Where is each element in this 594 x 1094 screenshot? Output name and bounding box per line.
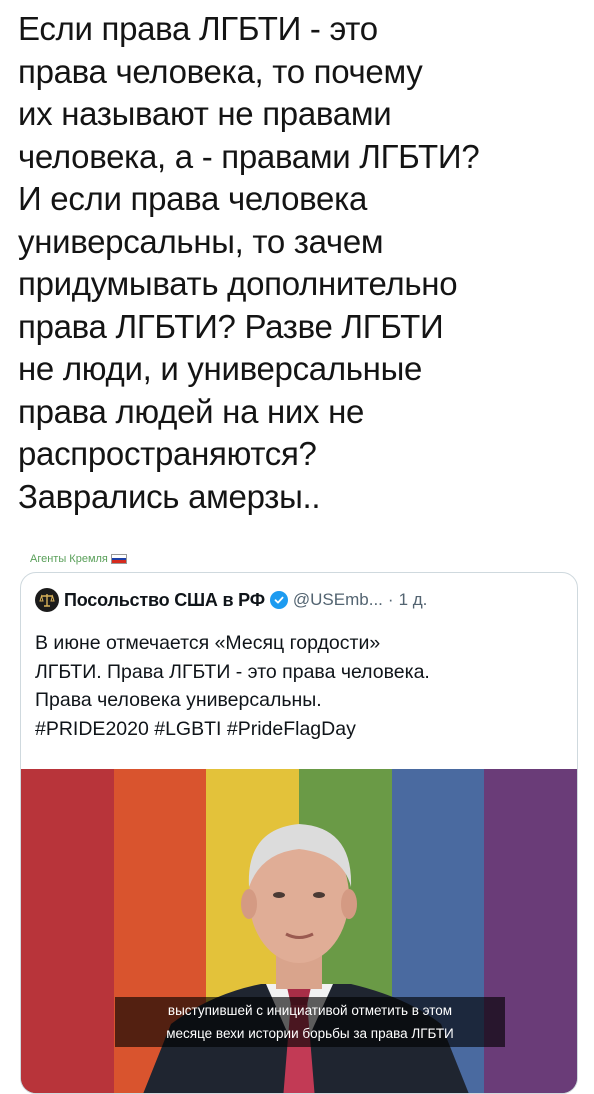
quoted-tweet-card[interactable]: Посольство США в РФ @USEmb... · 1 д. В и… <box>20 572 578 1094</box>
post-text-line: права людей на них не <box>18 392 365 430</box>
scales-of-justice-icon[interactable] <box>35 588 59 612</box>
quoted-tweet-header: Посольство США в РФ @USEmb... · 1 д. <box>35 587 567 613</box>
post-text-line: человека, а - правами ЛГБТИ? <box>18 137 480 175</box>
subtitle-line: месяце вехи истории борьбы за права ЛГБТ… <box>166 1026 454 1041</box>
tweet-text-line: В июне отмечается «Месяц гордости» <box>35 632 381 654</box>
quoted-tweet-text: В июне отмечается «Месяц гордости» ЛГБТИ… <box>35 629 570 743</box>
post-text: Если права ЛГБТИ - это права человека, т… <box>18 8 578 518</box>
tweet-timestamp[interactable]: 1 д. <box>399 590 428 610</box>
video-subtitles: выступившей с инициативой отметить в это… <box>115 997 505 1047</box>
watermark-text: Агенты Кремля <box>30 553 108 565</box>
russian-flag-icon <box>110 554 127 564</box>
tweet-hashtags[interactable]: #PRIDE2020 #LGBTI #PrideFlagDay <box>35 715 570 744</box>
post-text-line: Заврались амерзы.. <box>18 477 321 515</box>
tweet-text-line: Права человека универсальны. <box>35 689 322 711</box>
post-text-line: распространяются? <box>18 435 317 472</box>
post-text-line: не люди, и универсальные <box>18 350 423 387</box>
post-text-line: права ЛГБТИ? Разве ЛГБТИ <box>18 307 444 345</box>
separator-dot: · <box>387 590 394 609</box>
post-text-line: универсальны, то зачем <box>18 222 384 260</box>
post-text-line: их называют не правами <box>18 95 392 132</box>
author-handle[interactable]: @USEmb... <box>293 590 383 610</box>
post-text-line: Если права ЛГБТИ - это <box>18 10 378 47</box>
verified-check-icon <box>269 591 288 609</box>
author-name[interactable]: Посольство США в РФ <box>64 590 265 611</box>
watermark: Агенты Кремля <box>30 553 127 565</box>
tweet-text-line: ЛГБТИ. Права ЛГБТИ - это права человека. <box>35 660 430 683</box>
post-text-line: И если права человека <box>18 180 368 217</box>
tweet-video[interactable]: выступившей с инициативой отметить в это… <box>21 769 577 1093</box>
post-text-line: права человека, то почему <box>18 52 423 90</box>
post-text-line: придумывать дополнительно <box>18 265 458 302</box>
subtitle-line: выступившей с инициативой отметить в это… <box>167 1003 453 1018</box>
